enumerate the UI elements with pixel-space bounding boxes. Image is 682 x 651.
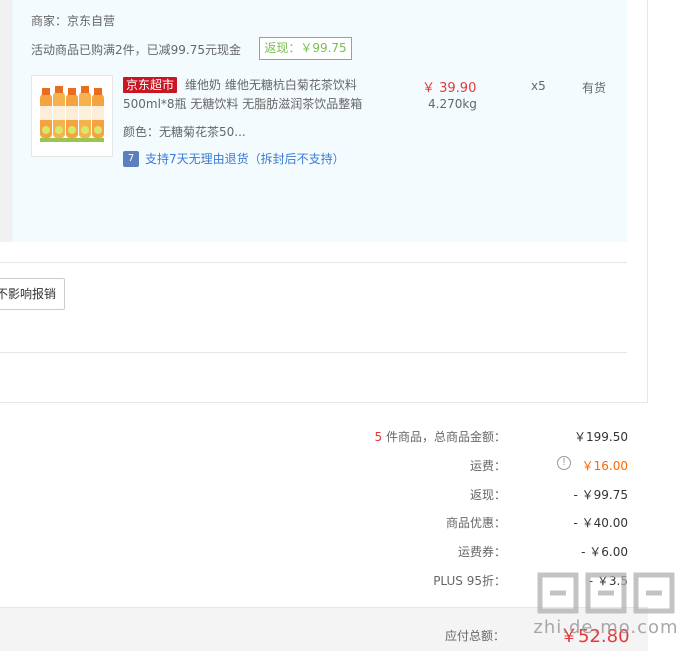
product-weight: 4.270kg — [428, 97, 477, 111]
shipping-info-icon[interactable]: ! — [557, 456, 571, 470]
product-title[interactable]: 京东超市 维他奶 维他无糖杭白菊花茶饮料500ml*8瓶 无糖饮料 无脂肪滋润茶饮… — [123, 76, 373, 114]
section-divider — [0, 262, 627, 263]
order-checkout-page: 商家：京东自营 活动商品已购满2件，已减99.75元现金 返现：￥99.75 京… — [0, 0, 682, 651]
total-label: 5 件商品，总商品金额： — [374, 430, 506, 444]
discount-label: 商品优惠： — [445, 516, 506, 530]
stock-status: 有货 — [582, 81, 607, 95]
summary-total-row: 5 件商品，总商品金额： ￥199.50 — [0, 428, 628, 448]
shipping-value: ￥16.00 — [581, 459, 628, 473]
discount-value: - ￥40.00 — [573, 516, 629, 530]
watermark-glyph-icon — [537, 572, 675, 614]
cashback-tag: 返现：￥99.75 — [259, 37, 352, 60]
product-thumbnail[interactable] — [31, 75, 113, 157]
summary-cashback-row: 返现： - ￥99.75 — [0, 486, 628, 506]
order-card: 商家：京东自营 活动商品已购满2件，已减99.75元现金 返现：￥99.75 京… — [0, 0, 648, 403]
shipping-label: 运费： — [469, 459, 506, 473]
section-divider — [0, 352, 627, 353]
watermark: zhi.de.mo.com — [532, 567, 680, 651]
cashback-label: 返现： — [469, 488, 506, 502]
jd-supermarket-tag: 京东超市 — [123, 77, 178, 93]
product-price: ￥ 39.90 — [422, 81, 477, 96]
cashback-value: - ￥99.75 — [573, 488, 629, 502]
summary-coupon-row: 运费券： - ￥6.00 — [0, 543, 628, 563]
card-left-strip — [0, 0, 12, 242]
product-color: 颜色：无糖菊花茶50... — [123, 125, 246, 139]
product-quantity: x5 — [531, 79, 546, 93]
return-policy-text[interactable]: 支持7天无理由退货（拆封后不支持） — [145, 150, 345, 167]
return-policy[interactable]: 7 支持7天无理由退货（拆封后不支持） — [123, 150, 345, 167]
coupon-value: - ￥6.00 — [581, 545, 628, 559]
seller-label: 商家：京东自营 — [31, 14, 116, 28]
promo-text: 活动商品已购满2件，已减99.75元现金 — [31, 43, 241, 57]
plus-discount-label: PLUS 95折： — [433, 574, 506, 588]
seven-day-return-icon: 7 — [123, 150, 139, 167]
product-bottles-icon — [40, 86, 104, 142]
coupon-label: 运费券： — [457, 545, 506, 559]
watermark-text: zhi.de.mo.com — [533, 617, 679, 638]
total-value: ￥199.50 — [574, 430, 628, 444]
summary-shipping-row: 运费： ￥16.00 — [0, 457, 628, 477]
summary-discount-row: 商品优惠： - ￥40.00 — [0, 514, 628, 534]
invoice-option-button[interactable]: 不影响报销 — [0, 278, 65, 310]
payable-label: 应付总额： — [445, 629, 506, 643]
